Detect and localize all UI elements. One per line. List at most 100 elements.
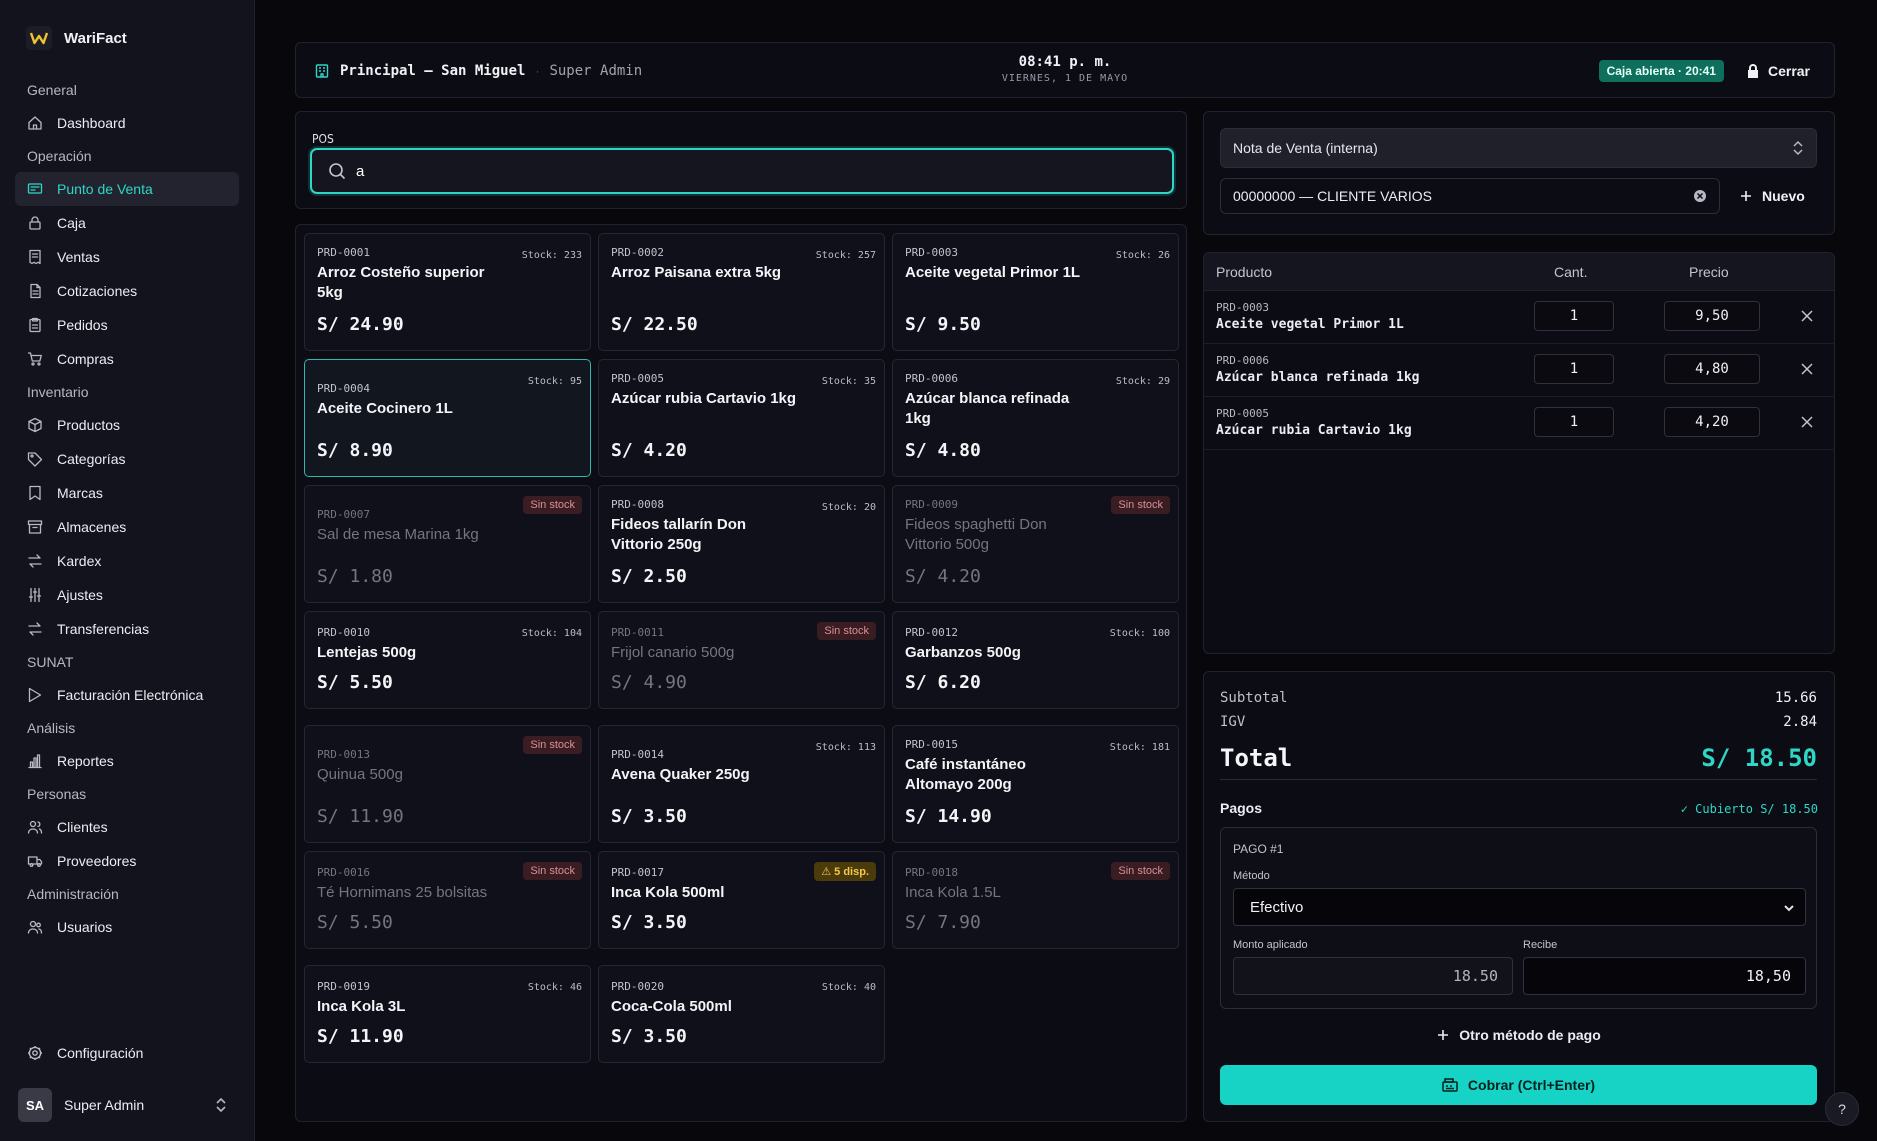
price-input[interactable] — [1664, 354, 1760, 384]
cash-controls: Caja abierta · 20:41 Cerrar — [1598, 43, 1810, 99]
cart-panel: Producto Cant. Precio PRD-0003 Aceite veg… — [1203, 252, 1835, 654]
product-code: PRD-0018 — [905, 866, 958, 879]
sidebar-item-usuarios[interactable]: Usuarios — [15, 910, 239, 944]
store-name: Principal — San Miguel — [340, 63, 526, 79]
product-card[interactable]: PRD-0017 ⚠ 5 disp. Inca Kola 500ml S/ 3.50 — [598, 851, 885, 949]
stock-count: Stock: 20 — [821, 502, 876, 513]
total-row: Total S/ 18.50 — [1220, 744, 1817, 780]
clear-icon[interactable] — [1693, 189, 1707, 203]
chevron-updown-icon — [1793, 140, 1803, 156]
product-code: PRD-0011 — [611, 626, 664, 639]
sidebar-item-ventas[interactable]: Ventas — [15, 240, 239, 274]
store-icon — [315, 64, 329, 78]
sidebar-section-title: Análisis — [27, 720, 76, 736]
product-card[interactable]: PRD-0016 Sin stock Té Hornimans 25 bolsita… — [304, 851, 591, 949]
sidebar-item-label: Configuración — [57, 1045, 144, 1061]
product-price: S/ 3.50 — [611, 1026, 687, 1047]
lock-icon — [1747, 64, 1758, 78]
sidebar-section-title: Inventario — [27, 384, 89, 400]
product-card[interactable]: PRD-0009 Sin stock Fideos spaghetti Don Vi… — [892, 485, 1179, 603]
remove-item-icon[interactable] — [1800, 362, 1814, 376]
product-card[interactable]: PRD-0019 Stock: 46 Inca Kola 3L S/ 11.90 — [304, 965, 591, 1063]
product-card[interactable]: PRD-0002 Stock: 257 Arroz Paisana extra 5k… — [598, 233, 885, 351]
sidebar-item-configuracion[interactable]: Configuración — [15, 1036, 239, 1070]
search-input[interactable] — [356, 156, 1172, 186]
sidebar-item-cotizaciones[interactable]: Cotizaciones — [15, 274, 239, 308]
remove-item-icon[interactable] — [1800, 309, 1814, 323]
product-card[interactable]: PRD-0011 Sin stock Frijol canario 500g S/ 4… — [598, 611, 885, 709]
receive-amount-label: Recibe — [1523, 939, 1558, 951]
tag-icon — [27, 452, 43, 467]
user-menu[interactable]: SA Super Admin — [18, 1088, 228, 1122]
sidebar-item-dashboard[interactable]: Dashboard — [15, 106, 239, 140]
avatar: SA — [18, 1088, 52, 1122]
product-card[interactable]: PRD-0004 Stock: 95 Aceite Cocinero 1L S/ 8.… — [304, 359, 591, 477]
sidebar-item-clientes[interactable]: Clientes — [15, 810, 239, 844]
sidebar-item-pedidos[interactable]: Pedidos — [15, 308, 239, 342]
product-card[interactable]: PRD-0005 Stock: 35 Azúcar rubia Cartavio 1… — [598, 359, 885, 477]
sidebar-item-productos[interactable]: Productos — [15, 408, 239, 442]
product-card[interactable]: PRD-0003 Stock: 26 Aceite vegetal Primor 1… — [892, 233, 1179, 351]
quantity-input[interactable] — [1534, 354, 1614, 384]
sidebar-item-kardex[interactable]: Kardex — [15, 544, 239, 578]
cart-item-name: Azúcar blanca refinada 1kg — [1216, 370, 1420, 385]
cart-item-name: Azúcar rubia Cartavio 1kg — [1216, 423, 1412, 438]
help-button[interactable]: ? — [1825, 1092, 1859, 1126]
truck-icon — [27, 856, 43, 867]
subtotal-row: Subtotal 15.66 — [1220, 690, 1817, 706]
sidebar-item-reportes[interactable]: Reportes — [15, 744, 239, 778]
receive-amount-input[interactable]: 18,50 — [1523, 957, 1806, 995]
price-input[interactable] — [1664, 301, 1760, 331]
payment-method-select[interactable]: Efectivo — [1233, 888, 1806, 926]
product-card[interactable]: PRD-0020 Stock: 40 Coca-Cola 500ml S/ 3.50 — [598, 965, 885, 1063]
sidebar-item-label: Usuarios — [57, 919, 113, 935]
client-field[interactable]: 00000000 — CLIENTE VARIOS — [1220, 178, 1720, 214]
product-card[interactable]: PRD-0014 Stock: 113 Avena Quaker 250g S/ 3.… — [598, 725, 885, 843]
product-card[interactable]: PRD-0012 Stock: 100 Garbanzos 500g S/ 6.20 — [892, 611, 1179, 709]
sidebar-item-marcas[interactable]: Marcas — [15, 476, 239, 510]
sidebar-item-transferencias[interactable]: Transferencias — [15, 612, 239, 646]
sidebar-item-almacenes[interactable]: Almacenes — [15, 510, 239, 544]
receipt-icon — [29, 249, 41, 265]
sidebar: WariFact General Dashboard Operación Punto … — [0, 0, 255, 1141]
quantity-input[interactable] — [1534, 407, 1614, 437]
stock-count: Stock: 40 — [821, 982, 876, 993]
search-panel: POS — [295, 111, 1187, 209]
document-type-select[interactable]: Nota de Venta (interna) — [1220, 128, 1817, 168]
sidebar-item-ajustes[interactable]: Ajustes — [15, 578, 239, 612]
product-card[interactable]: PRD-0006 Stock: 29 Azúcar blanca refinada … — [892, 359, 1179, 477]
new-client-button[interactable]: Nuevo — [1740, 178, 1805, 214]
sidebar-section-title: General — [27, 82, 77, 98]
product-name: Café instantáneo Altomayo 200g — [905, 756, 1026, 793]
price-input[interactable] — [1664, 407, 1760, 437]
product-code: PRD-0002 — [611, 246, 664, 259]
remove-item-icon[interactable] — [1800, 415, 1814, 429]
product-card[interactable]: PRD-0001 Stock: 233 Arroz Costeño superior… — [304, 233, 591, 351]
product-name: Azúcar blanca refinada 1kg — [905, 390, 1070, 427]
product-card[interactable]: PRD-0015 Stock: 181 Café instantáneo Altom… — [892, 725, 1179, 843]
charge-button[interactable]: Cobrar (Ctrl+Enter) — [1220, 1065, 1817, 1105]
product-card[interactable]: PRD-0010 Stock: 104 Lentejas 500g S/ 5.50 — [304, 611, 591, 709]
sidebar-item-caja[interactable]: Caja — [15, 206, 239, 240]
product-price: S/ 4.20 — [611, 440, 687, 461]
sidebar-item-categorias[interactable]: Categorías — [15, 442, 239, 476]
sidebar-item-punto-de-venta[interactable]: Punto de Venta — [15, 172, 239, 206]
product-card[interactable]: PRD-0007 Sin stock Sal de mesa Marina 1kg S… — [304, 485, 591, 603]
stock-count: Stock: 29 — [1115, 376, 1170, 387]
product-card[interactable]: PRD-0018 Sin stock Inca Kola 1.5L S/ 7.90 — [892, 851, 1179, 949]
brand[interactable]: WariFact — [26, 26, 127, 50]
quantity-input[interactable] — [1534, 301, 1614, 331]
search-box[interactable] — [310, 148, 1174, 194]
add-payment-method-button[interactable]: Otro método de pago — [1204, 1027, 1834, 1043]
sidebar-item-facturacion-electronica[interactable]: Facturación Electrónica — [15, 678, 239, 712]
sidebar-item-compras[interactable]: Compras — [15, 342, 239, 376]
close-cash-button[interactable]: Cerrar — [1746, 63, 1810, 79]
sidebar-item-proveedores[interactable]: Proveedores — [15, 844, 239, 878]
out-of-stock-badge: Sin stock — [523, 862, 582, 880]
sidebar-item-label: Proveedores — [57, 853, 137, 869]
product-grid: PRD-0001 Stock: 233 Arroz Costeño superior… — [295, 224, 1187, 1122]
product-card[interactable]: PRD-0008 Stock: 20 Fideos tallarín Don Vit… — [598, 485, 885, 603]
product-card[interactable]: PRD-0013 Sin stock Quinua 500g S/ 11.90 — [304, 725, 591, 843]
product-code: PRD-0001 — [317, 246, 370, 259]
product-name: Té Hornimans 25 bolsitas — [317, 884, 488, 901]
